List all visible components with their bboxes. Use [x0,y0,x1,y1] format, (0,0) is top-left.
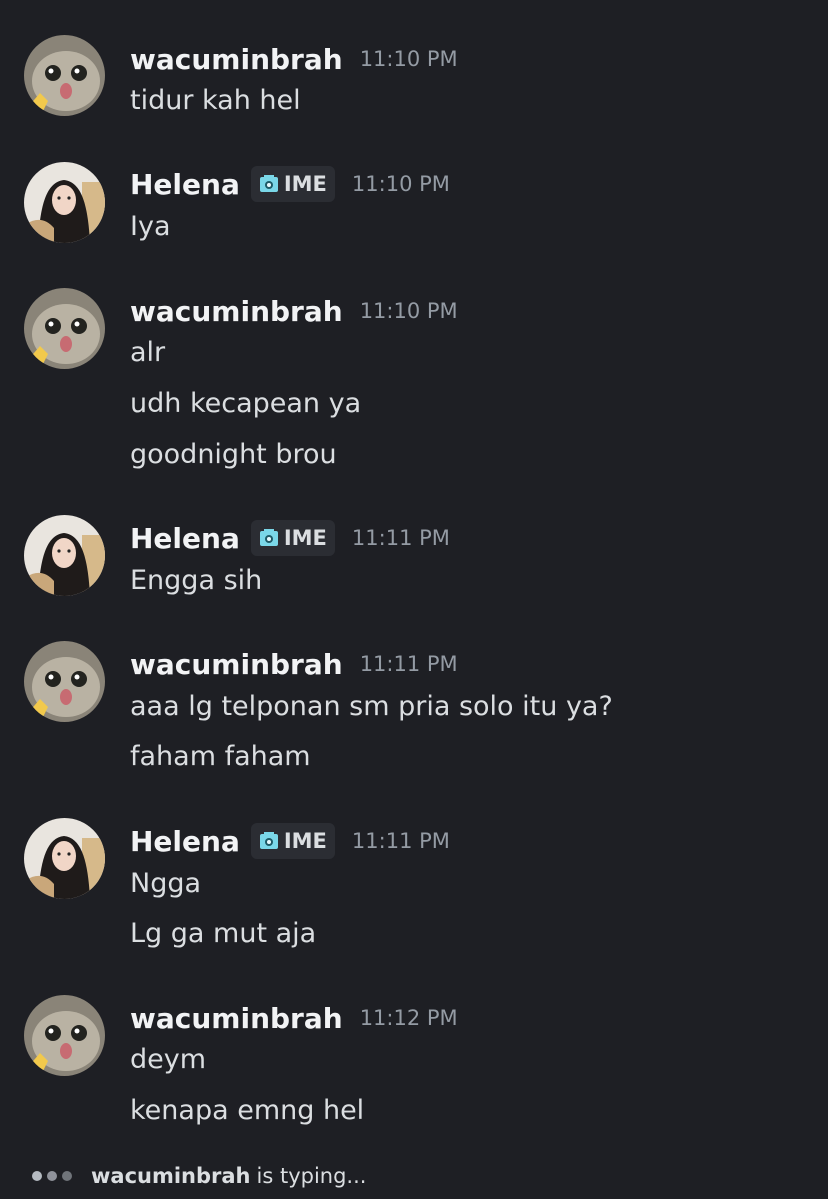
server-tag-icon [258,173,280,195]
chat-message-list: wacuminbrah 11:10 PM tidur kah hel Helen… [0,0,828,1199]
timestamp[interactable]: 11:11 PM [360,652,458,676]
message-header: Helena IME 11:11 PM [130,518,450,558]
server-tag-label: IME [283,526,327,550]
avatar[interactable] [24,515,105,596]
message-header: wacuminbrah 11:12 PM [130,998,458,1038]
username[interactable]: wacuminbrah [130,1002,343,1035]
timestamp[interactable]: 11:10 PM [360,299,458,323]
message-text[interactable]: Ngga [130,864,201,904]
avatar[interactable] [24,995,105,1076]
username[interactable]: wacuminbrah [130,43,343,76]
message-text[interactable]: Iya [130,207,171,247]
message-header: Helena IME 11:10 PM [130,164,450,204]
server-tag-icon [258,527,280,549]
avatar[interactable] [24,35,105,116]
message-text[interactable]: faham faham [130,737,311,777]
message-text[interactable]: kenapa emng hel [130,1091,364,1131]
server-tag-badge[interactable]: IME [250,166,335,202]
server-tag-badge[interactable]: IME [250,823,335,859]
message-text[interactable]: Engga sih [130,561,262,601]
username[interactable]: Helena [130,168,240,201]
server-tag-label: IME [283,172,327,196]
avatar[interactable] [24,162,105,243]
username[interactable]: wacuminbrah [130,648,343,681]
message-text[interactable]: udh kecapean ya [130,384,361,424]
avatar[interactable] [24,818,105,899]
message-text[interactable]: aaa lg telponan sm pria solo itu ya? [130,687,613,727]
typing-username: wacuminbrah [91,1164,251,1188]
server-tag-icon [258,830,280,852]
message-text[interactable]: tidur kah hel [130,81,301,121]
username[interactable]: Helena [130,825,240,858]
server-tag-label: IME [283,829,327,853]
message-header: wacuminbrah 11:10 PM [130,39,458,79]
avatar[interactable] [24,288,105,369]
typing-dots-icon [32,1171,77,1181]
avatar[interactable] [24,641,105,722]
message-header: Helena IME 11:11 PM [130,821,450,861]
message-header: wacuminbrah 11:11 PM [130,644,458,684]
timestamp[interactable]: 11:12 PM [360,1006,458,1030]
timestamp[interactable]: 11:11 PM [352,829,450,853]
username[interactable]: wacuminbrah [130,295,343,328]
message-text[interactable]: deym [130,1040,206,1080]
message-text[interactable]: Lg ga mut aja [130,914,316,954]
message-text[interactable]: alr [130,333,165,373]
typing-indicator: wacuminbrah is typing... [32,1160,366,1192]
message-header: wacuminbrah 11:10 PM [130,291,458,331]
server-tag-badge[interactable]: IME [250,520,335,556]
timestamp[interactable]: 11:10 PM [352,172,450,196]
timestamp[interactable]: 11:10 PM [360,47,458,71]
typing-text: is typing... [256,1164,367,1188]
timestamp[interactable]: 11:11 PM [352,526,450,550]
message-text[interactable]: goodnight brou [130,435,337,475]
username[interactable]: Helena [130,522,240,555]
